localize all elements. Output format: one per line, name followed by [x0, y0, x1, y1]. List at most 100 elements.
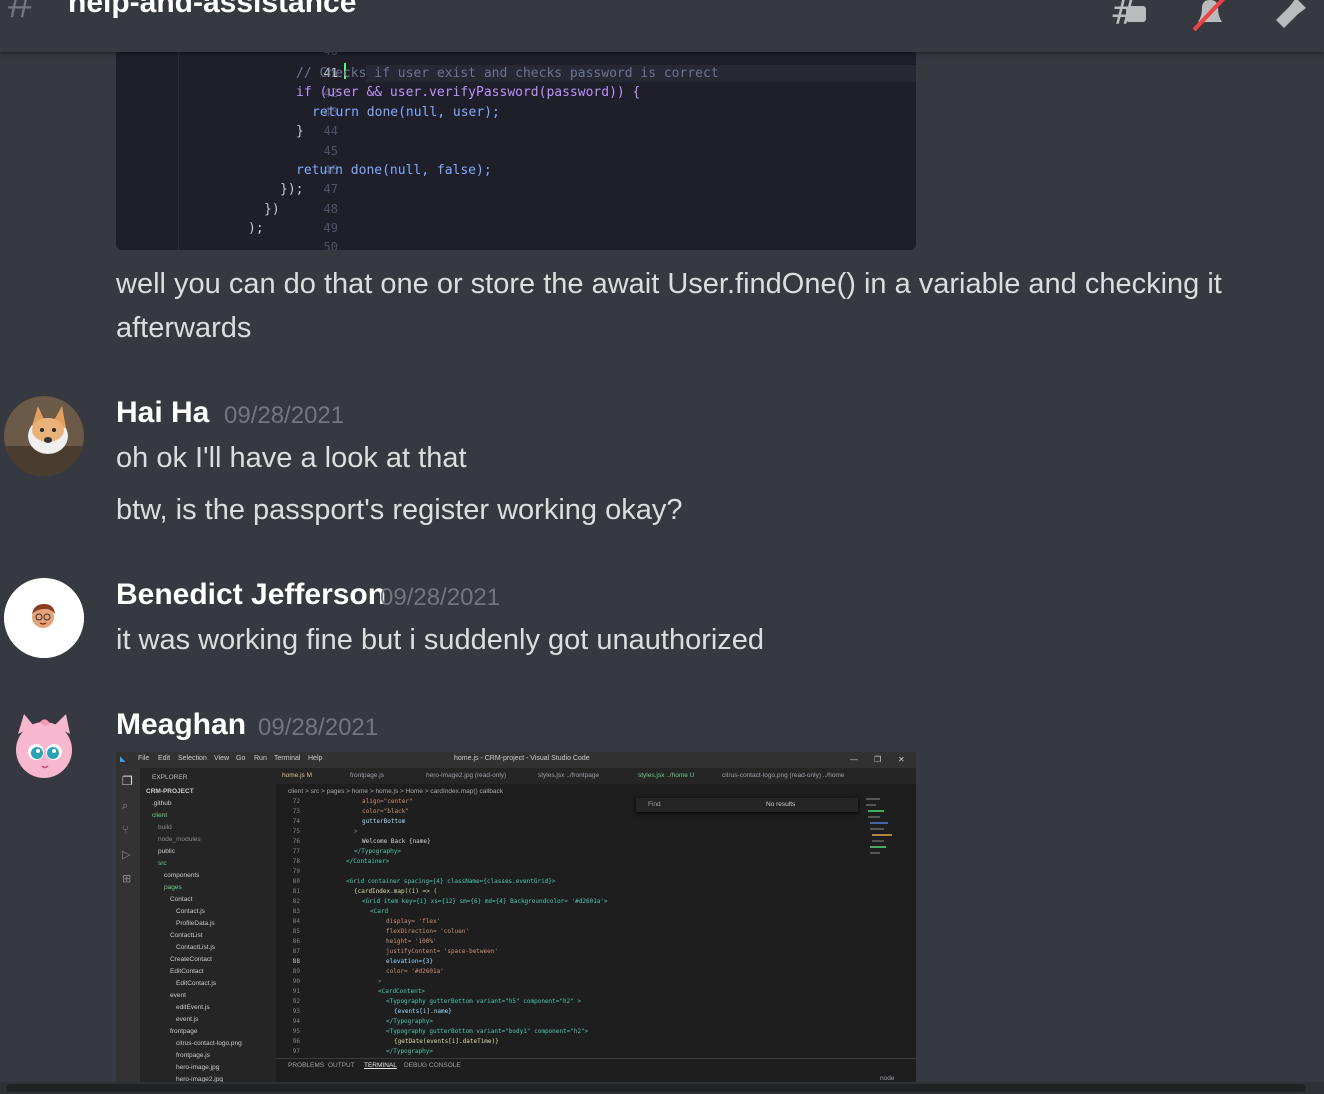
line-number: 80: [292, 878, 300, 885]
panel-tab: DEBUG CONSOLE: [404, 1062, 461, 1069]
vscode-titlebar: ◣ File Edit Selection View Go Run Termin…: [116, 752, 916, 768]
line-number: 84: [292, 918, 300, 925]
code-line: <Typography gutterBottom variant="body1"…: [386, 1028, 589, 1035]
tree-item: public: [158, 848, 175, 855]
code-line: flexDirection= 'coluen': [386, 928, 470, 935]
search-icon: ⌕: [122, 800, 129, 812]
threads-icon[interactable]: #: [1108, 0, 1148, 34]
menu-item: Run: [254, 755, 267, 762]
code-screenshot[interactable]: 40 41 42 43 44 45 46 47 48 49 50 // Chec…: [116, 52, 916, 250]
code-line: </Container>: [346, 858, 390, 865]
line-number: 76: [292, 838, 300, 845]
find-widget: Find No results: [636, 798, 858, 812]
line-number: 93: [292, 1008, 300, 1015]
code-line: return done(null, false);: [296, 163, 492, 178]
message-text: well you can do that one or store the aw…: [116, 268, 1222, 344]
tree-item: citrus-contact-logo.png: [176, 1040, 242, 1047]
channel-name: help-and-assistance: [68, 0, 357, 19]
vscode-screenshot[interactable]: ◣ File Edit Selection View Go Run Termin…: [116, 752, 916, 1084]
mute-notifications-icon[interactable]: [1190, 0, 1230, 34]
corgi-avatar-icon: [4, 396, 84, 476]
line-number: 87: [292, 948, 300, 955]
code-line: {getDate(events[i].dateTime)}: [394, 1038, 499, 1045]
menu-item: Go: [236, 755, 246, 762]
editor-tab: frontpage.js: [350, 772, 384, 779]
panel-tab: TERMINAL: [364, 1062, 397, 1069]
line-number: 92: [292, 998, 300, 1005]
username[interactable]: Meaghan: [116, 708, 246, 742]
tree-item: src: [158, 860, 167, 867]
code-line: return done(null, user);: [312, 105, 500, 120]
menu-item: View: [214, 755, 230, 762]
line-number: 74: [292, 818, 300, 825]
timestamp: 09/28/2021: [258, 714, 379, 741]
avatar[interactable]: [4, 396, 84, 476]
code-line: >: [378, 978, 382, 985]
line-number: 82: [292, 898, 300, 905]
files-icon: ❐: [122, 774, 133, 788]
tree-item: ProfileData.js: [176, 920, 215, 927]
vscode-activity-bar: ❐ ⌕ ⑂ ▷ ⊞: [116, 768, 140, 1084]
line-number: 75: [292, 828, 300, 835]
project-name: CRM-PROJECT: [146, 788, 194, 795]
line-number: 86: [292, 938, 300, 945]
tree-item: EditContact.js: [176, 980, 217, 987]
line-number: 94: [292, 1018, 300, 1025]
code-line: display= 'flex': [386, 918, 441, 925]
menu-item: Selection: [178, 755, 207, 762]
code-line: <Grid container spacing={4} className={c…: [346, 878, 556, 885]
code-line: }): [264, 202, 280, 217]
line-number: 90: [292, 978, 300, 985]
username[interactable]: Hai Ha: [116, 396, 209, 430]
extensions-icon: ⊞: [122, 873, 132, 885]
tree-item: frontpage.js: [176, 1052, 210, 1059]
line-number: 45: [323, 144, 338, 158]
code-line: if (user && user.verifyPassword(password…: [296, 85, 641, 100]
code-line: height= '100%': [386, 938, 437, 945]
code-line: </Typography>: [386, 1048, 433, 1055]
horizontal-scrollbar[interactable]: [0, 1082, 1324, 1094]
line-number: 81: [292, 888, 300, 895]
timestamp: 09/28/2021: [224, 402, 345, 429]
code-line: <CardContent>: [378, 988, 425, 995]
vscode-logo-icon: ◣: [120, 756, 126, 763]
run-debug-icon: ▷: [122, 849, 131, 861]
tree-item: ContactList.js: [176, 944, 216, 951]
tree-item: EditContact: [170, 968, 204, 975]
code-line: align="center": [362, 798, 413, 805]
line-number: 50: [323, 240, 338, 250]
close-icon: ✕: [898, 755, 905, 764]
scrollbar-thumb[interactable]: [6, 1084, 1306, 1092]
explorer-title: EXPLORER: [152, 774, 188, 781]
menu-item: Edit: [158, 755, 171, 762]
tree-item: Contact: [170, 896, 193, 903]
code-line: }: [296, 124, 304, 139]
code-line: );: [248, 221, 264, 236]
vscode-window-title: home.js - CRM-project - Visual Studio Co…: [454, 755, 590, 762]
line-number: 72: [292, 798, 300, 805]
line-number: 77: [292, 848, 300, 855]
line-number: 95: [292, 1028, 300, 1035]
line-number: 47: [323, 182, 338, 196]
username[interactable]: Benedict Jefferson: [116, 578, 386, 612]
code-line: Welcome Back {name}: [362, 838, 431, 845]
tree-item: ContactList: [170, 932, 203, 939]
tree-item: editEvent.js: [176, 1004, 210, 1011]
pinned-messages-icon[interactable]: [1270, 0, 1310, 34]
line-number: 79: [292, 868, 300, 875]
code-line: color= '#d2601a': [386, 968, 444, 975]
line-number: 97: [292, 1048, 300, 1055]
code-line: // Checks if user exist and checks passw…: [296, 66, 719, 81]
avatar[interactable]: [4, 708, 84, 788]
code-line: justifyContent= 'space-between': [386, 948, 498, 955]
code-line: gutterBottom: [362, 818, 406, 825]
code-line: });: [280, 182, 304, 197]
tree-item: event.js: [176, 1016, 199, 1023]
avatar[interactable]: [4, 578, 84, 658]
tree-item: event: [170, 992, 186, 999]
jigglypuff-avatar-icon: [4, 708, 84, 788]
source-control-icon: ⑂: [122, 824, 129, 836]
tree-item: .github: [152, 800, 172, 807]
message-text: btw, is the passport's register working …: [116, 494, 683, 526]
menu-item: Help: [308, 755, 323, 762]
